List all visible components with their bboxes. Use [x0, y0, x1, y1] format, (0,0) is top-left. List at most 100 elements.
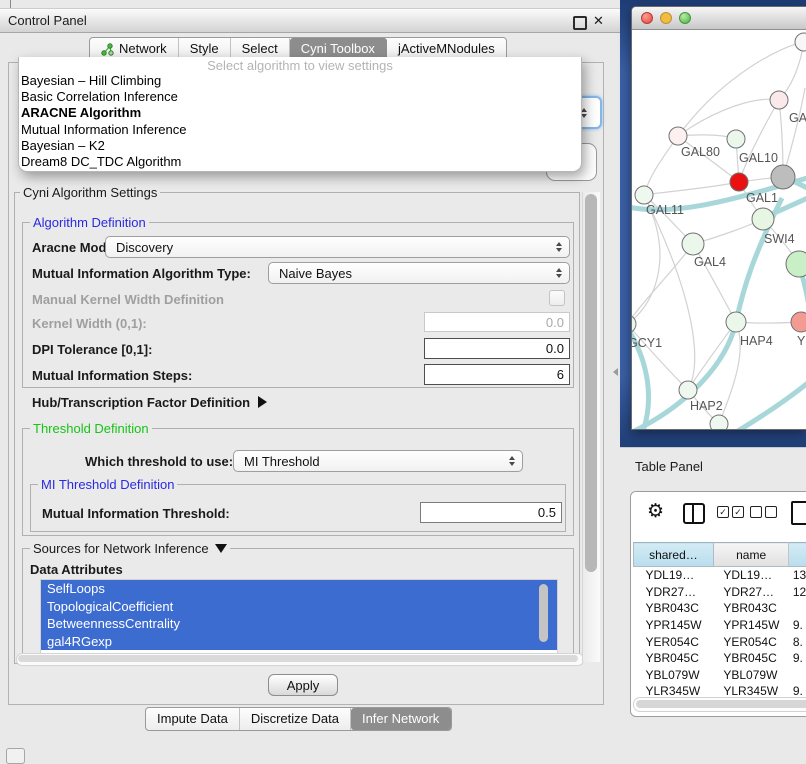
network-window-titlebar[interactable]: [632, 7, 806, 30]
network-node[interactable]: [710, 415, 728, 429]
table-row[interactable]: YPR145WYPR145W9.: [634, 617, 806, 634]
mi-threshold-definition-title: MI Threshold Definition: [38, 477, 177, 492]
network-node[interactable]: [795, 33, 806, 51]
toolbar-remnant: [10, 0, 11, 8]
dpi-tolerance-field[interactable]: 0.0: [424, 338, 570, 359]
column-header-name[interactable]: name: [713, 543, 789, 567]
gear-icon[interactable]: ⚙: [647, 500, 664, 523]
network-node-hap4[interactable]: [726, 312, 746, 332]
unchecked-box-icon[interactable]: [750, 506, 762, 518]
network-icon: [101, 43, 114, 56]
close-panel-icon[interactable]: ✕: [593, 13, 604, 29]
table-row[interactable]: YBR045CYBR045C9.: [634, 650, 806, 667]
network-node-swi4[interactable]: [752, 208, 774, 230]
network-edge[interactable]: [644, 195, 695, 390]
network-canvas[interactable]: GAL7GAL80GAL10GAL1GAL11SWI4GAL4GCY1HAP4Y…: [632, 30, 806, 429]
combo-stepper-icon: [549, 237, 569, 257]
network-node-y[interactable]: [791, 312, 806, 332]
table-row[interactable]: YDR27…YDR27…12: [634, 584, 806, 601]
table-cell: 12: [789, 584, 806, 601]
algorithm-dropdown-placeholder: Select algorithm to view settings: [19, 58, 581, 73]
table-cell: [789, 600, 806, 617]
column-header-2[interactable]: [789, 543, 806, 567]
manual-kernel-width-label: Manual Kernel Width Definition: [32, 292, 224, 307]
cyni-bottom-tab-strip: Impute DataDiscretize DataInfer Network: [145, 707, 452, 731]
dpi-tolerance-label: DPI Tolerance [0,1]:: [32, 342, 152, 357]
mi-threshold-label: Mutual Information Threshold:: [42, 506, 230, 521]
attribute-item-selfloops[interactable]: SelfLoops: [41, 580, 557, 598]
mi-steps-field[interactable]: 6: [424, 364, 570, 385]
table-cell: YDR27…: [634, 584, 714, 601]
table-horizontal-scrollbar[interactable]: [633, 697, 806, 712]
minimize-traffic-light[interactable]: [660, 12, 672, 24]
checked-box-icon[interactable]: ✓: [732, 506, 744, 518]
settings-horizontal-scrollbar[interactable]: [16, 653, 584, 666]
which-threshold-combo[interactable]: MI Threshold: [233, 450, 523, 472]
table-row[interactable]: YER054CYER054C8.: [634, 633, 806, 650]
node-label-gal7: GAL7: [789, 111, 806, 125]
unchecked-box-icon[interactable]: [765, 506, 777, 518]
mi-algorithm-type-combo[interactable]: Naive Bayes: [268, 262, 570, 284]
algorithm-option-mutual-information-inference[interactable]: Mutual Information Inference: [19, 122, 581, 138]
network-node-gal80[interactable]: [669, 127, 687, 145]
node-label-y: Y: [797, 334, 806, 348]
algorithm-option-dream8-dc-tdc-algorithm[interactable]: Dream8 DC_TDC Algorithm: [19, 154, 581, 170]
scrollbar-thumb[interactable]: [585, 194, 597, 572]
mi-threshold-field[interactable]: 0.5: [420, 502, 562, 523]
checked-box-icon[interactable]: ✓: [717, 506, 729, 518]
scrollbar-thumb[interactable]: [18, 655, 578, 662]
kernel-width-field[interactable]: 0.0: [424, 312, 570, 332]
sources-title: Sources for Network Inference: [33, 541, 209, 556]
table-row[interactable]: YDL19…YDL19…13: [634, 567, 806, 584]
hub-definition-expander[interactable]: Hub/Transcription Factor Definition: [32, 395, 267, 410]
manual-kernel-width-checkbox[interactable]: [549, 290, 565, 306]
network-node[interactable]: [786, 251, 806, 277]
algorithm-option-bayesian-hill-climbing[interactable]: Bayesian – Hill Climbing: [19, 73, 581, 89]
table-row[interactable]: YBR043CYBR043C: [634, 600, 806, 617]
table-row[interactable]: YBL079WYBL079W: [634, 667, 806, 684]
document-icon[interactable]: [791, 501, 806, 525]
network-edge[interactable]: [678, 42, 804, 136]
close-traffic-light[interactable]: [641, 12, 653, 24]
data-attributes-list[interactable]: SelfLoopsTopologicalCoefficientBetweenne…: [40, 579, 558, 654]
algorithm-option-basic-correlation-inference[interactable]: Basic Correlation Inference: [19, 89, 581, 105]
scrollbar-thumb[interactable]: [636, 700, 806, 708]
attribute-item-gal4rgexp[interactable]: gal4RGexp: [41, 633, 557, 651]
panel-splitter-handle[interactable]: [613, 368, 618, 376]
network-node-hap2[interactable]: [679, 381, 697, 399]
list-scrollbar-thumb[interactable]: [539, 584, 548, 642]
kernel-width-value: 0.0: [546, 315, 564, 330]
network-edge-highlighted[interactable]: [632, 198, 782, 429]
settings-vertical-scrollbar[interactable]: [582, 192, 600, 662]
network-node[interactable]: [771, 165, 795, 189]
algorithm-option-bayesian-k2[interactable]: Bayesian – K2: [19, 138, 581, 154]
mi-steps-value: 6: [557, 367, 564, 382]
algorithm-dropdown-list: Select algorithm to view settings Bayesi…: [18, 57, 582, 172]
cyni-tab-discretize-data[interactable]: Discretize Data: [240, 708, 351, 730]
hub-definition-label: Hub/Transcription Factor Definition: [32, 395, 250, 410]
network-node-gal7[interactable]: [770, 91, 788, 109]
network-node-gal11[interactable]: [635, 186, 653, 204]
attribute-item-topologicalcoefficient[interactable]: TopologicalCoefficient: [41, 598, 557, 616]
float-panel-icon[interactable]: [573, 16, 587, 30]
zoom-traffic-light[interactable]: [679, 12, 691, 24]
network-node-gal4[interactable]: [682, 233, 704, 255]
network-node-gal10[interactable]: [727, 130, 745, 148]
sources-expander[interactable]: Sources for Network Inference: [30, 541, 230, 556]
attribute-item-betweennesscentrality[interactable]: BetweennessCentrality: [41, 615, 557, 633]
split-columns-icon[interactable]: [683, 503, 705, 524]
combo-stepper-icon: [549, 263, 569, 283]
cyni-tab-infer-network[interactable]: Infer Network: [351, 708, 451, 730]
expand-right-icon: [258, 396, 267, 408]
cyni-tab-impute-data[interactable]: Impute Data: [146, 708, 240, 730]
table-cell: YBR045C: [634, 650, 714, 667]
aracne-mode-combo[interactable]: Discovery: [105, 236, 570, 258]
network-edge[interactable]: [632, 244, 693, 324]
algorithm-option-aracne-algorithm[interactable]: ARACNE Algorithm: [19, 105, 581, 121]
node-label-gal11: GAL11: [646, 203, 684, 217]
network-edge[interactable]: [644, 136, 678, 195]
network-edge[interactable]: [644, 182, 739, 195]
network-node-gal1[interactable]: [730, 173, 748, 191]
column-header-shared[interactable]: shared…: [634, 543, 714, 567]
apply-button[interactable]: Apply: [268, 674, 338, 696]
